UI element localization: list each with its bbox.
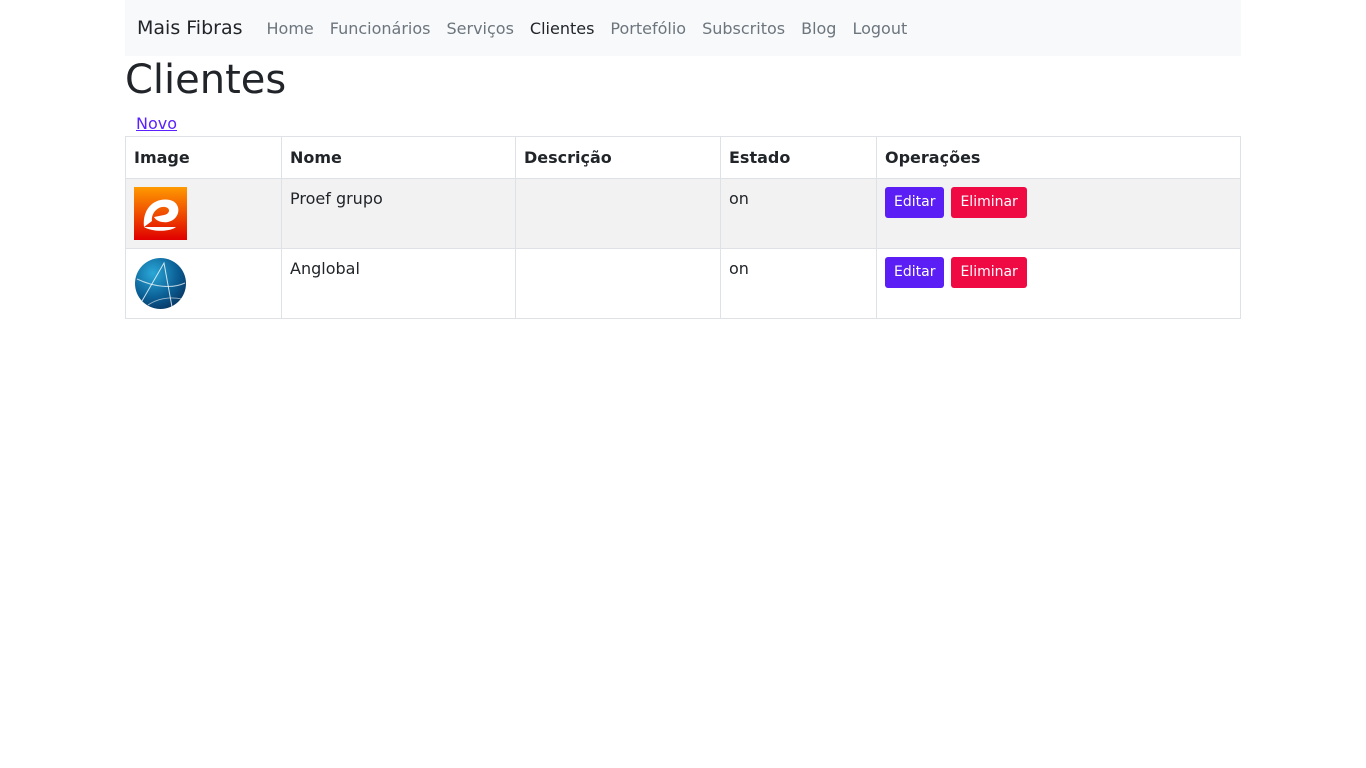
nav-link-servicos[interactable]: Serviços bbox=[438, 19, 521, 38]
column-header-operacoes: Operações bbox=[876, 136, 1241, 179]
delete-button[interactable]: Eliminar bbox=[951, 257, 1027, 288]
descricao-cell bbox=[515, 178, 721, 249]
brand-link[interactable]: Mais Fibras bbox=[137, 17, 243, 39]
delete-button[interactable]: Eliminar bbox=[951, 187, 1027, 218]
operations-cell: Editar Eliminar bbox=[876, 178, 1241, 249]
column-header-nome: Nome bbox=[281, 136, 516, 179]
navbar: Mais Fibras Home Funcionários Serviços C… bbox=[125, 0, 1241, 56]
nav-link-logout[interactable]: Logout bbox=[844, 19, 915, 38]
nav-menu: Home Funcionários Serviços Clientes Port… bbox=[259, 19, 916, 38]
estado-cell: on bbox=[720, 248, 877, 319]
column-header-estado: Estado bbox=[720, 136, 877, 179]
page-title: Clientes bbox=[125, 57, 287, 103]
nav-link-subscritos[interactable]: Subscritos bbox=[694, 19, 793, 38]
anglobal-logo bbox=[135, 258, 186, 309]
descricao-cell bbox=[515, 248, 721, 319]
estado-cell: on bbox=[720, 178, 877, 249]
table-row: Proef grupo on Editar Eliminar bbox=[125, 178, 1241, 249]
nome-cell: Anglobal bbox=[281, 248, 516, 319]
operations-cell: Editar Eliminar bbox=[876, 248, 1241, 319]
table-header-row: Image Nome Descrição Estado Operações bbox=[125, 136, 1241, 179]
new-client-link[interactable]: Novo bbox=[136, 114, 177, 133]
nav-link-home[interactable]: Home bbox=[259, 19, 322, 38]
edit-button[interactable]: Editar bbox=[885, 257, 945, 288]
nav-link-funcionarios[interactable]: Funcionários bbox=[322, 19, 439, 38]
proef-logo bbox=[134, 187, 187, 240]
page-container: Mais Fibras Home Funcionários Serviços C… bbox=[125, 0, 1241, 319]
nav-link-portefolio[interactable]: Portefólio bbox=[602, 19, 694, 38]
table-row: Anglobal on Editar Eliminar bbox=[125, 248, 1241, 319]
nav-link-clientes[interactable]: Clientes bbox=[522, 19, 603, 38]
column-header-image: Image bbox=[125, 136, 282, 179]
edit-button[interactable]: Editar bbox=[885, 187, 945, 218]
column-header-descricao: Descrição bbox=[515, 136, 721, 179]
nav-link-blog[interactable]: Blog bbox=[793, 19, 844, 38]
image-cell bbox=[125, 178, 282, 249]
clients-table: Image Nome Descrição Estado Operações Pr… bbox=[125, 136, 1241, 319]
image-cell bbox=[125, 248, 282, 319]
nome-cell: Proef grupo bbox=[281, 178, 516, 249]
